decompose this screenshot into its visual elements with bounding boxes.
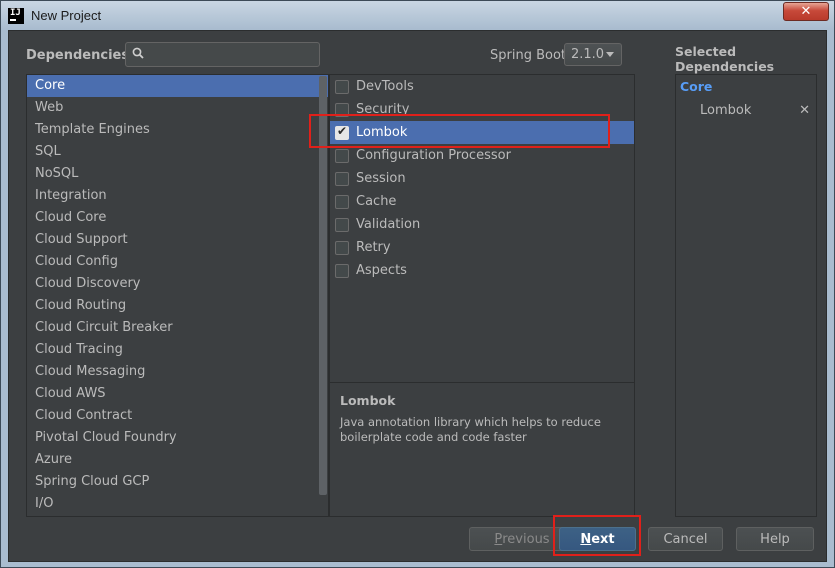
category-item[interactable]: I/O [27, 493, 328, 515]
category-list[interactable]: Core Web Template Engines SQL NoSQL Integrati… [26, 74, 329, 517]
category-item[interactable]: Cloud Config [27, 251, 328, 273]
dependency-item[interactable]: Retry [330, 236, 634, 259]
cancel-button[interactable]: Cancel [648, 527, 723, 551]
category-items: Core Web Template Engines SQL NoSQL Integrati… [27, 75, 328, 515]
category-item[interactable]: Cloud AWS [27, 383, 328, 405]
new-project-window: IJ New Project ✕ Dependencies Spring Boo… [0, 0, 835, 568]
checkbox[interactable] [335, 79, 349, 94]
cancel-label: Cancel [663, 531, 708, 547]
dependency-item[interactable]: Aspects [330, 259, 634, 282]
category-item[interactable]: Cloud Tracing [27, 339, 328, 361]
spring-boot-version-value: 2.1.0 [571, 47, 605, 62]
category-item[interactable]: Cloud Discovery [27, 273, 328, 295]
dependency-search-field[interactable] [125, 42, 320, 67]
category-item[interactable]: Cloud Contract [27, 405, 328, 427]
window-title: New Project [31, 8, 102, 23]
checkbox[interactable] [335, 148, 349, 163]
checkbox[interactable] [335, 217, 349, 232]
remove-dependency-icon[interactable]: ✕ [799, 103, 810, 118]
spring-boot-label: Spring Boot [490, 48, 567, 63]
category-item[interactable]: Cloud Support [27, 229, 328, 251]
category-item[interactable]: Cloud Routing [27, 295, 328, 317]
selected-dependencies-panel: Core Lombok ✕ [675, 74, 817, 517]
help-button[interactable]: Help [736, 527, 814, 551]
checkbox[interactable] [335, 171, 349, 186]
checkbox[interactable] [335, 240, 349, 255]
category-item[interactable]: Pivotal Cloud Foundry [27, 427, 328, 449]
selected-item-label: Lombok [700, 103, 752, 118]
dependency-label: Session [356, 171, 406, 186]
title-bar[interactable]: IJ New Project ✕ [1, 1, 834, 30]
dependency-label: Aspects [356, 263, 407, 278]
category-item[interactable]: Integration [27, 185, 328, 207]
previous-mnemonic: P [494, 531, 503, 547]
category-item[interactable]: Core [27, 75, 328, 97]
category-item[interactable]: Cloud Messaging [27, 361, 328, 383]
category-item[interactable]: SQL [27, 141, 328, 163]
dependency-label: DevTools [356, 79, 414, 94]
dependency-label: Validation [356, 217, 421, 232]
checkbox[interactable] [335, 263, 349, 278]
next-highlight-box [553, 515, 641, 556]
selected-group-core: Core [680, 79, 713, 94]
dependency-label: Configuration Processor [356, 148, 511, 163]
previous-label-rest: revious [502, 531, 550, 547]
dependency-item[interactable]: DevTools [330, 75, 634, 98]
dependency-item[interactable]: Cache [330, 190, 634, 213]
category-item[interactable]: Cloud Core [27, 207, 328, 229]
close-window-button[interactable]: ✕ [783, 2, 829, 21]
category-item[interactable]: Azure [27, 449, 328, 471]
category-item[interactable]: Web [27, 97, 328, 119]
spring-boot-version-select[interactable]: 2.1.0 [564, 43, 622, 66]
checkbox[interactable] [335, 194, 349, 209]
dependency-description: Lombok Java annotation library which hel… [330, 382, 634, 516]
dependency-label: Retry [356, 240, 391, 255]
dependency-item[interactable]: Validation [330, 213, 634, 236]
category-item[interactable]: Cloud Circuit Breaker [27, 317, 328, 339]
description-title: Lombok [340, 393, 396, 408]
help-label: Help [760, 531, 790, 547]
chevron-down-icon [606, 52, 614, 57]
category-item[interactable]: Template Engines [27, 119, 328, 141]
close-icon: ✕ [800, 4, 812, 19]
category-item[interactable]: NoSQL [27, 163, 328, 185]
description-text: Java annotation library which helps to r… [340, 415, 601, 444]
dependency-item[interactable]: Session [330, 167, 634, 190]
search-icon [132, 47, 144, 59]
dialog-content: Dependencies Spring Boot 2.1.0 Selected … [8, 30, 827, 562]
dependency-label: Cache [356, 194, 397, 209]
selected-dependencies-title: Selected Dependencies [675, 44, 775, 74]
lombok-highlight-box [309, 114, 610, 148]
dependencies-label: Dependencies [26, 48, 130, 63]
intellij-app-icon: IJ [8, 7, 24, 24]
category-item[interactable]: Spring Cloud GCP [27, 471, 328, 493]
search-input[interactable] [150, 45, 315, 64]
